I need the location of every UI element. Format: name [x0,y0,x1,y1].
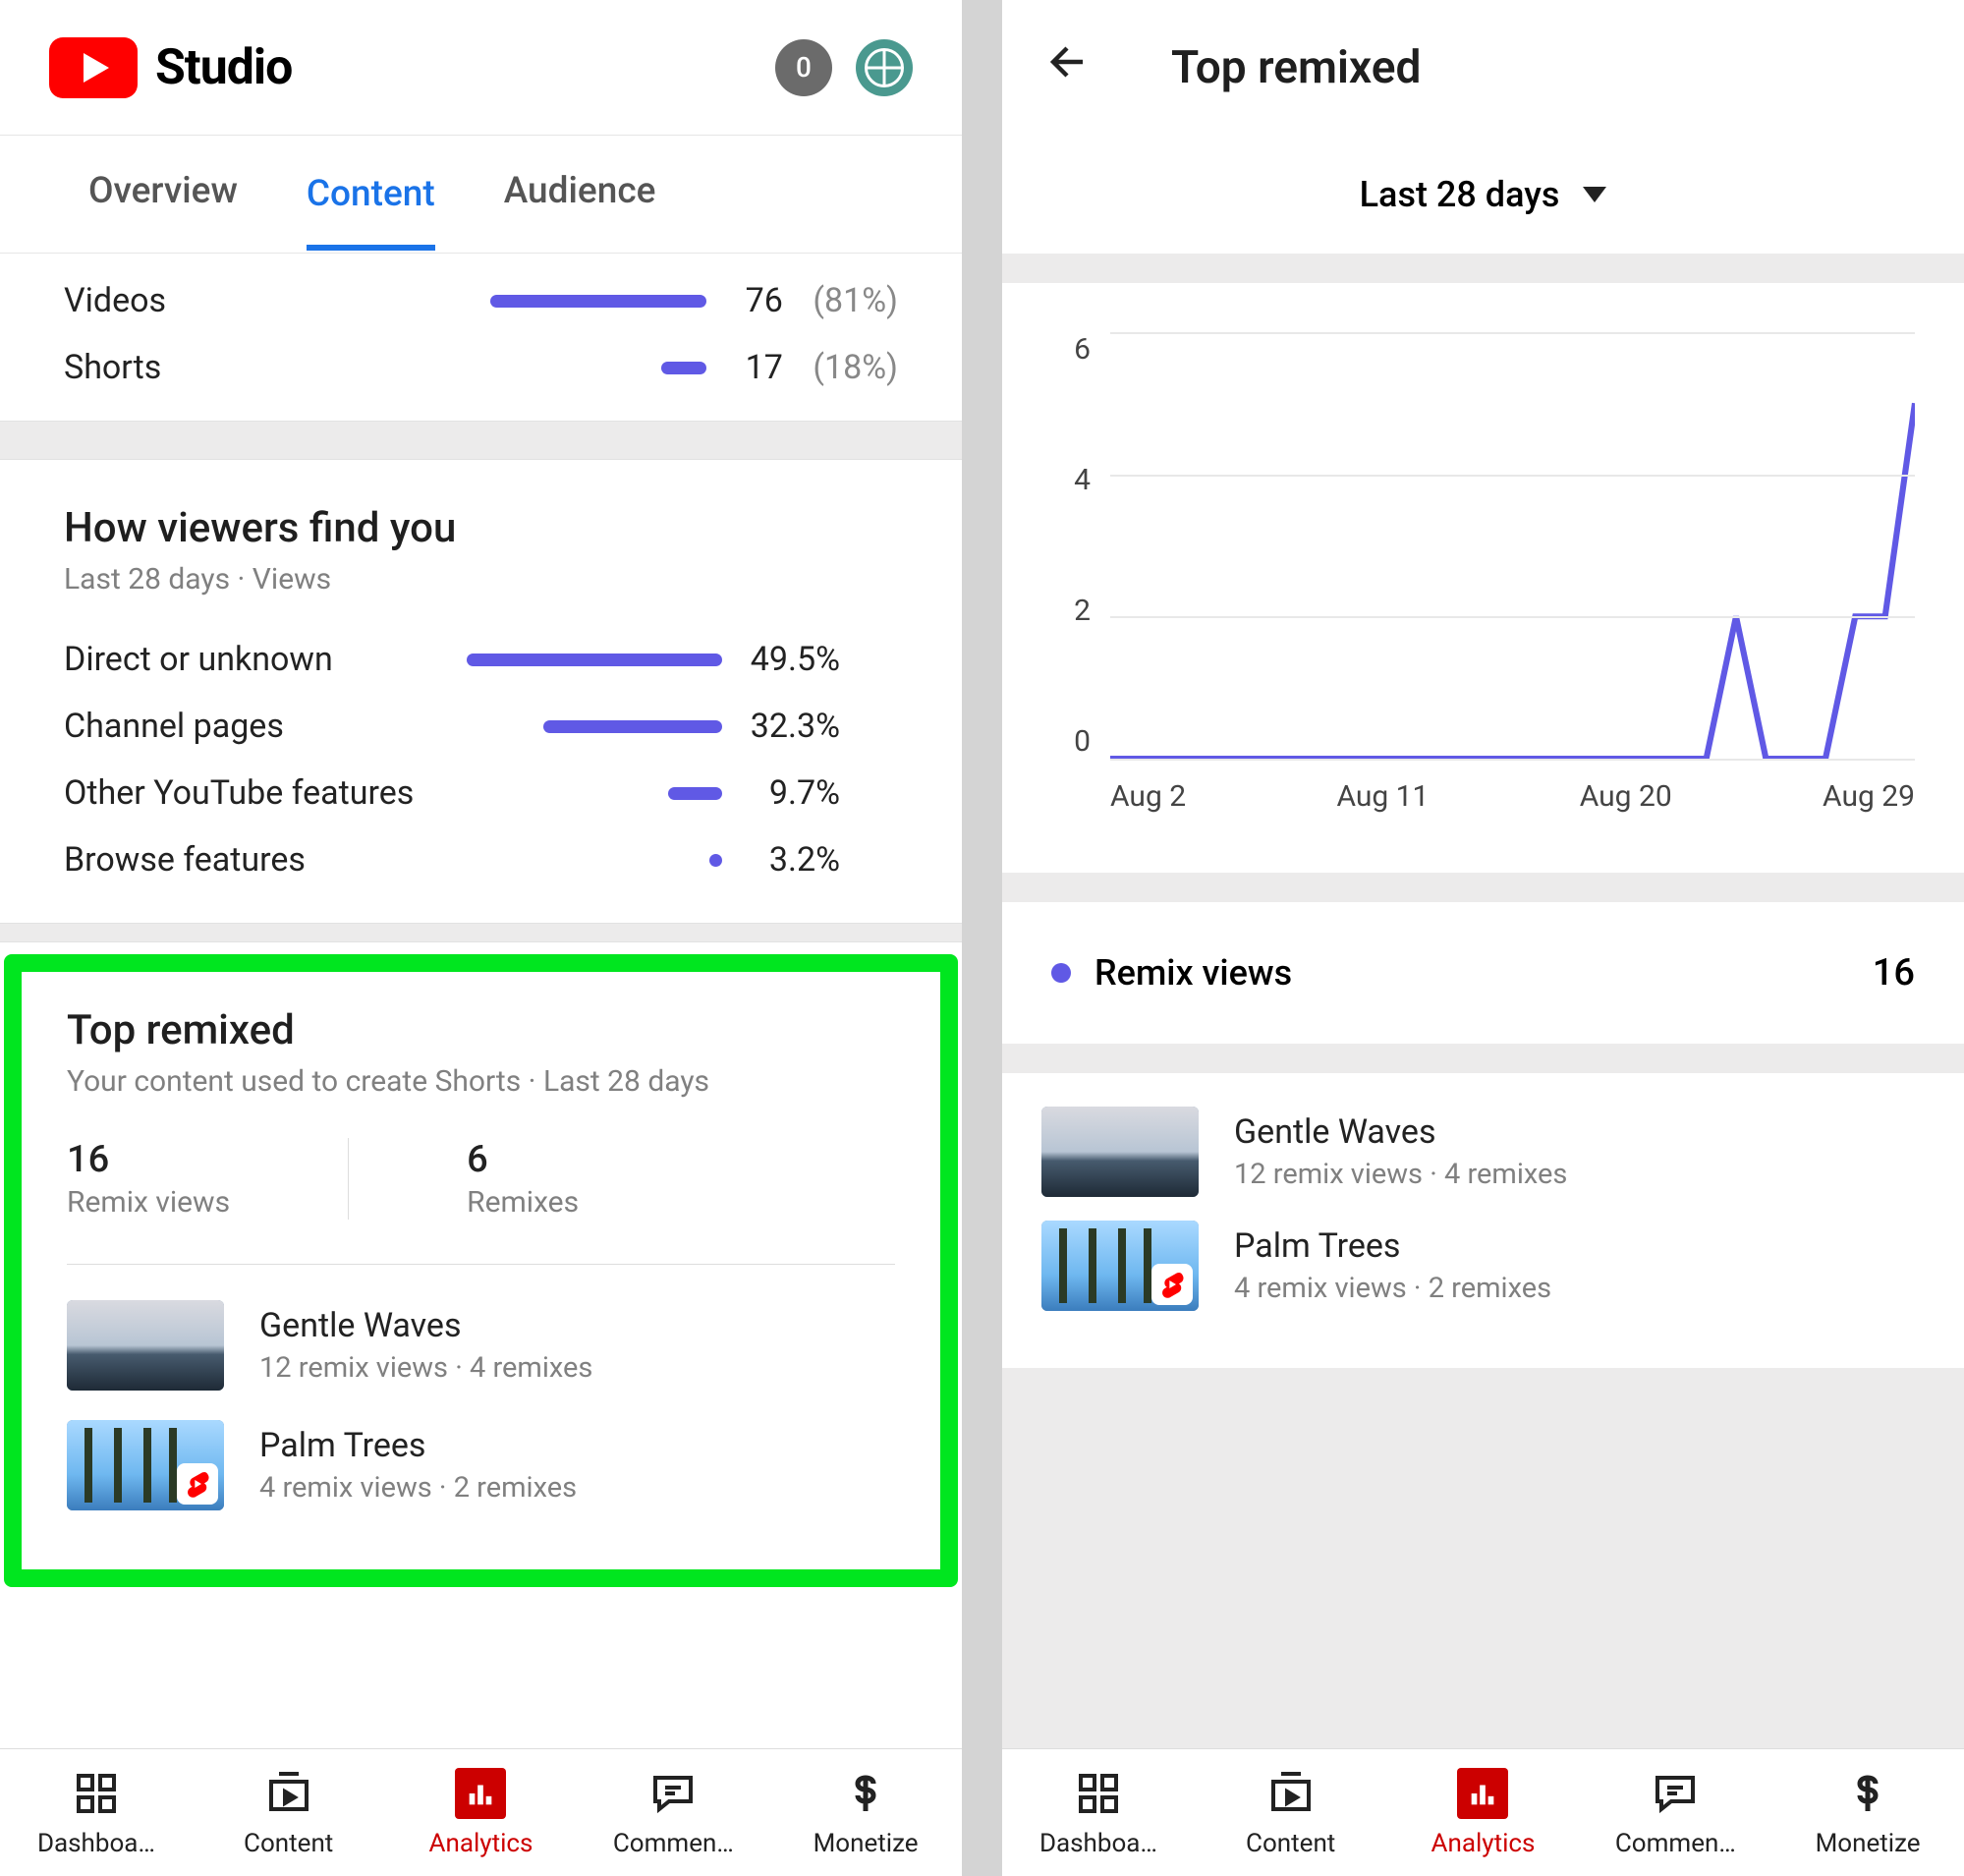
shorts-badge-icon [1151,1264,1193,1305]
studio-wordmark: Studio [155,39,292,96]
chevron-down-icon [1583,187,1606,202]
globe-icon [865,48,904,87]
chart-plot-area [1110,332,1915,759]
section-subtitle: Your content used to create Shorts · Las… [67,1064,895,1099]
legend-label: Remix views [1094,952,1292,994]
analytics-icon [455,1768,506,1819]
x-axis: Aug 2 Aug 11 Aug 20 Aug 29 [1110,779,1915,814]
section-title: How viewers find you [64,504,898,552]
remix-item[interactable]: Palm Trees 4 remix views · 2 remixes [1041,1221,1925,1311]
stat-remix-views: 16 Remix views [67,1138,349,1220]
remix-items-list: Gentle Waves 12 remix views · 4 remixes … [1002,1073,1964,1368]
nav-analytics[interactable]: Analytics [1387,1749,1580,1876]
content-type-row-shorts[interactable]: Shorts 17 (18%) [0,334,962,401]
video-thumbnail [67,1420,224,1510]
analytics-icon [1457,1768,1508,1819]
comments-icon [647,1768,699,1819]
y-axis: 6 4 2 0 [1041,332,1091,759]
shorts-badge-icon [177,1463,218,1505]
bottom-nav: Dashboa…ContentAnalyticsCommen…Monetize [0,1748,962,1876]
section-title: Top remixed [67,1006,895,1054]
detail-header: Top remixed [1002,0,1964,136]
page-title: Top remixed [1171,41,1421,94]
traffic-row[interactable]: Other YouTube features 9.7% [0,760,962,826]
header: Studio 0 [0,0,962,136]
traffic-row[interactable]: Channel pages 32.3% [0,693,962,760]
remix-item[interactable]: Palm Trees 4 remix views · 2 remixes [67,1420,895,1510]
pane-divider [962,0,1002,1876]
analytics-tabs: Overview Content Audience [0,136,962,254]
nav-comments[interactable]: Commen… [577,1749,769,1876]
top-remixed-card-highlighted[interactable]: Top remixed Your content used to create … [4,954,958,1587]
nav-analytics[interactable]: Analytics [385,1749,578,1876]
account-avatar[interactable] [856,39,913,96]
nav-monetize[interactable]: Monetize [769,1749,962,1876]
notifications-badge[interactable]: 0 [775,39,832,96]
youtube-studio-logo[interactable]: Studio [49,37,292,98]
nav-dashboard[interactable]: Dashboa… [1002,1749,1195,1876]
traffic-row[interactable]: Browse features 3.2% [0,826,962,893]
dashboard-icon [71,1768,122,1819]
studio-analytics-content-pane: Studio 0 Overview Content Audience Video… [0,0,962,1876]
stat-remixes: 6 Remixes [467,1138,697,1220]
remix-item[interactable]: Gentle Waves 12 remix views · 4 remixes [1041,1107,1925,1197]
series-color-dot [1051,963,1071,983]
remix-item[interactable]: Gentle Waves 12 remix views · 4 remixes [67,1300,895,1391]
monetize-icon [840,1768,891,1819]
monetize-icon [1842,1768,1893,1819]
nav-monetize[interactable]: Monetize [1771,1749,1964,1876]
nav-content[interactable]: Content [1195,1749,1387,1876]
video-thumbnail [1041,1221,1199,1311]
tab-content[interactable]: Content [307,173,435,251]
nav-comments[interactable]: Commen… [1579,1749,1771,1876]
how-viewers-find-you: How viewers find you Last 28 days · View… [0,460,962,626]
nav-dashboard[interactable]: Dashboa… [0,1749,193,1876]
top-remixed-detail-pane: Top remixed Last 28 days 6 4 2 0 [1002,0,1964,1876]
tab-audience[interactable]: Audience [504,170,656,218]
dashboard-icon [1073,1768,1124,1819]
content-icon [1265,1768,1317,1819]
traffic-row[interactable]: Direct or unknown 49.5% [0,626,962,693]
nav-content[interactable]: Content [193,1749,385,1876]
chart-legend-row[interactable]: Remix views 16 [1002,902,1964,1044]
content-type-row-videos[interactable]: Videos 76 (81%) [0,267,962,334]
video-thumbnail [67,1300,224,1391]
remix-views-chart[interactable]: 6 4 2 0 Aug 2 [1002,283,1964,873]
youtube-play-icon [49,37,138,98]
video-thumbnail [1041,1107,1199,1197]
comments-icon [1650,1768,1701,1819]
back-button[interactable] [1045,38,1093,97]
content-icon [263,1768,314,1819]
legend-value: 16 [1873,951,1915,995]
section-subtitle: Last 28 days · Views [64,562,898,597]
period-selector[interactable]: Last 28 days [1002,136,1964,254]
tab-overview[interactable]: Overview [88,170,238,218]
bottom-nav: Dashboa…ContentAnalyticsCommen…Monetize [1002,1748,1964,1876]
